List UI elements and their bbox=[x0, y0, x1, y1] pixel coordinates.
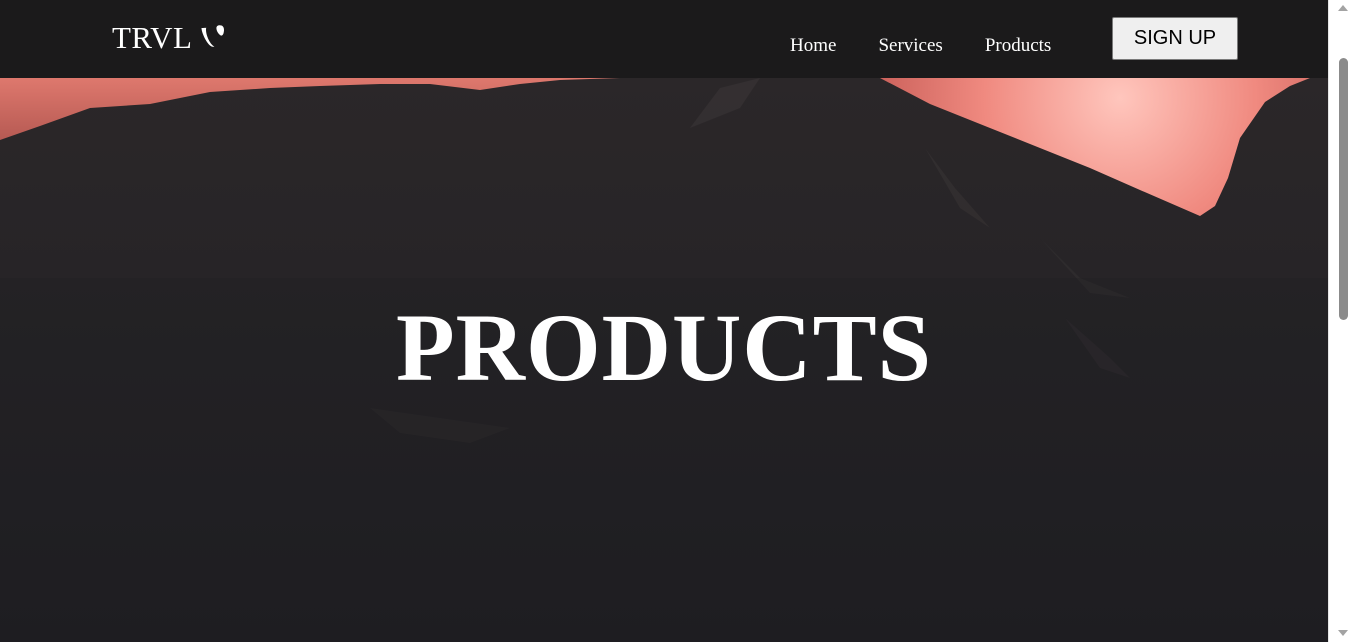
signup-button[interactable]: SIGN UP bbox=[1112, 17, 1238, 60]
brand-logo[interactable]: TRVL bbox=[112, 20, 227, 56]
scroll-up-arrow-icon[interactable] bbox=[1338, 5, 1348, 11]
hero-section: PRODUCTS bbox=[0, 78, 1328, 642]
navbar: TRVL Home Services Products SIGN UP bbox=[0, 0, 1328, 78]
main-nav: Home Services Products bbox=[790, 34, 1051, 58]
brand-name: TRVL bbox=[112, 20, 193, 55]
typo3-logo-icon bbox=[201, 25, 225, 47]
hero-title: PRODUCTS bbox=[395, 294, 933, 401]
scrollbar-thumb[interactable] bbox=[1339, 58, 1348, 320]
nav-link-services[interactable]: Services bbox=[878, 34, 942, 58]
vertical-scrollbar[interactable] bbox=[1328, 0, 1355, 642]
nav-link-home[interactable]: Home bbox=[790, 34, 836, 58]
page-viewport: TRVL Home Services Products SIGN UP PROD… bbox=[0, 0, 1328, 642]
nav-link-products[interactable]: Products bbox=[985, 34, 1052, 58]
scroll-down-arrow-icon[interactable] bbox=[1338, 630, 1348, 636]
